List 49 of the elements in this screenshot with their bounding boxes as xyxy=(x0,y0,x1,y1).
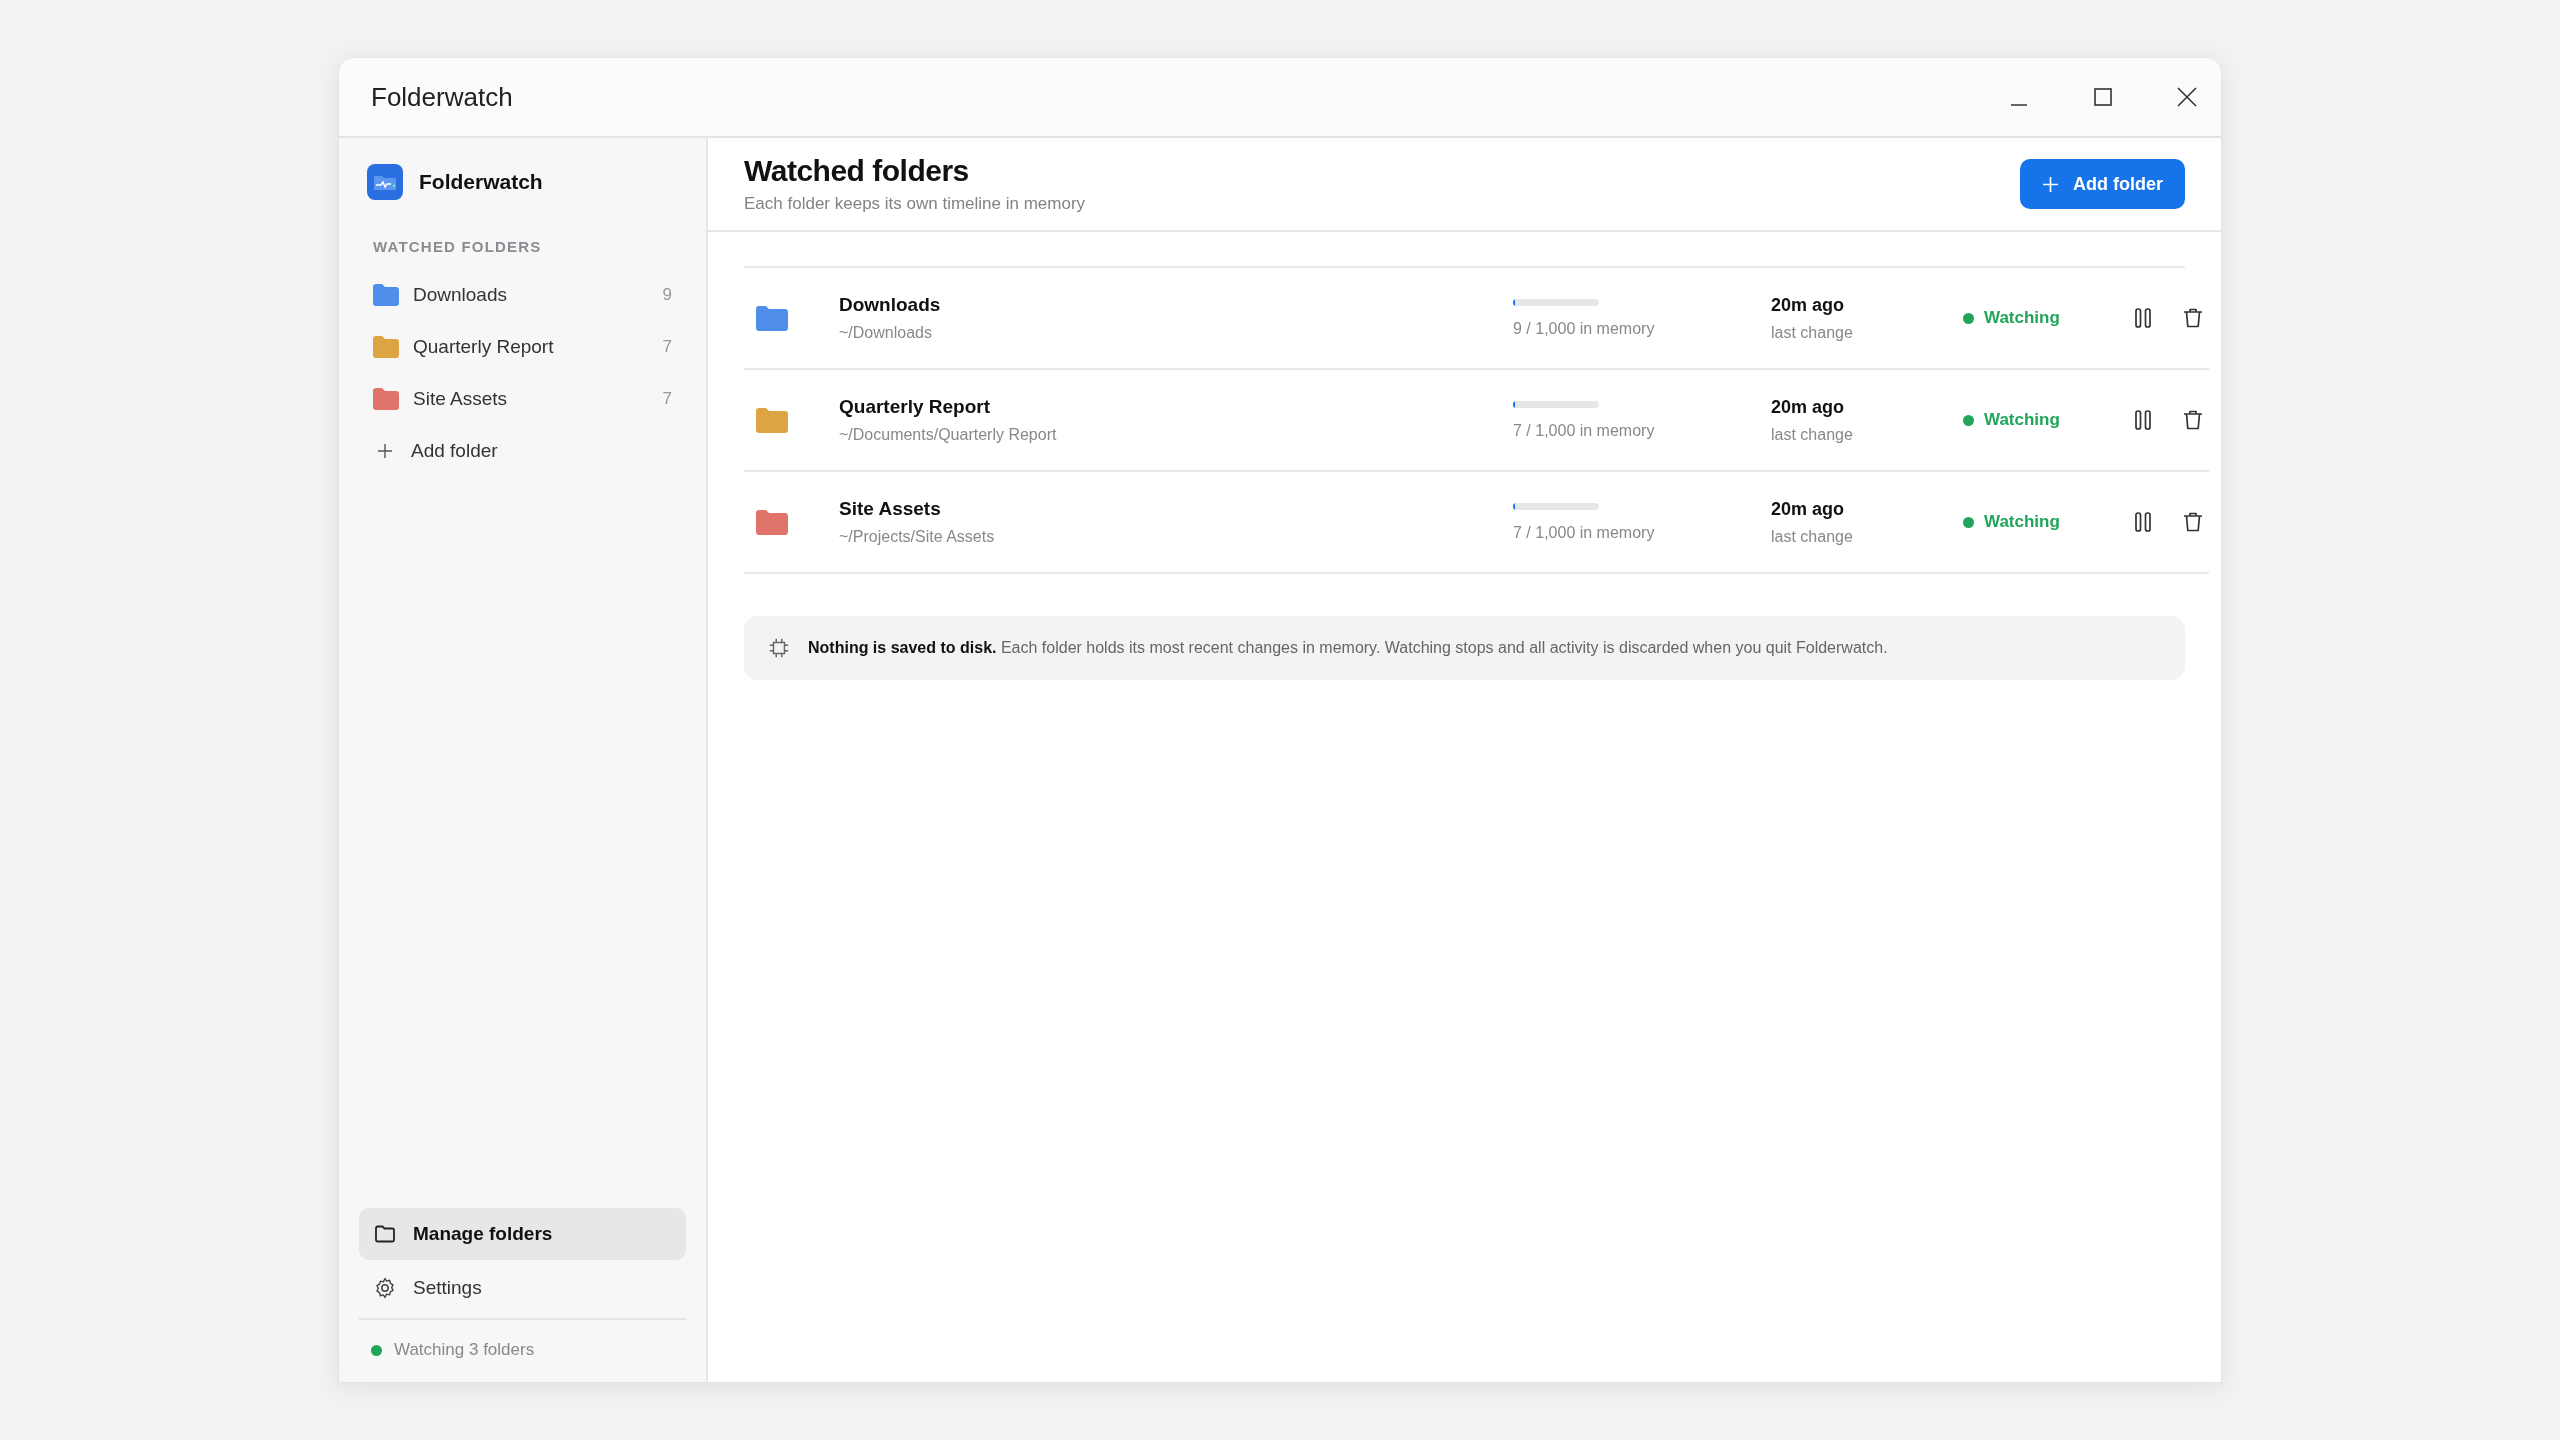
chip-icon xyxy=(768,637,790,659)
settings-icon xyxy=(373,1276,397,1300)
maximize-icon[interactable] xyxy=(2091,85,2115,109)
close-icon[interactable] xyxy=(2175,85,2199,109)
status-label: Watching xyxy=(1984,308,2060,328)
last-change-time: 20m ago xyxy=(1771,294,1846,316)
nav-item[interactable]: Settings xyxy=(359,1262,686,1314)
folder-count: 9 xyxy=(662,285,672,305)
plus-icon xyxy=(377,443,393,459)
status-label: Watching xyxy=(1984,410,2060,430)
status-dot xyxy=(1963,312,1974,324)
status-dot xyxy=(1963,516,1974,528)
last-change-label: last change xyxy=(1771,425,1854,444)
folder-path: ~/Projects/Site Assets xyxy=(839,528,996,546)
status-label: Watching xyxy=(1984,512,2060,532)
sidebar-item[interactable]: Downloads 9 xyxy=(359,269,686,321)
add-folder-button[interactable]: Add folder xyxy=(2020,159,2185,209)
folder-path: ~/Documents/Quarterly Report xyxy=(839,426,1058,444)
folder-path: ~/Downloads xyxy=(839,324,933,342)
folder-name: Site Assets xyxy=(839,498,942,520)
status-dot xyxy=(1963,414,1974,426)
last-change-label: last change xyxy=(1771,527,1854,546)
folder-name: Quarterly Report xyxy=(839,396,991,418)
folder-count: 7 xyxy=(662,337,672,357)
memory-usage: 7 / 1,000 in memory xyxy=(1513,523,1656,542)
app-logo-icon xyxy=(367,164,403,200)
trash-icon[interactable] xyxy=(2181,306,2205,330)
memory-usage: 7 / 1,000 in memory xyxy=(1513,421,1656,440)
folder-count: 7 xyxy=(662,389,672,409)
plus-icon xyxy=(2042,175,2059,193)
window-title: Folderwatch xyxy=(371,81,513,113)
last-change-time: 20m ago xyxy=(1771,498,1846,520)
trash-icon[interactable] xyxy=(2181,408,2205,432)
info-text: Nothing is saved to disk. Each folder holds its most recent changes in memory. Watching stops and all activity is discarded when you quit Folderwatch. xyxy=(808,639,1888,657)
page-subtitle: Each folder keeps its own timeline in memory xyxy=(744,194,1086,214)
status-dot xyxy=(371,1344,382,1356)
trash-icon[interactable] xyxy=(2181,510,2205,534)
nav-item[interactable]: Manage folders xyxy=(359,1208,686,1260)
memory-usage: 9 / 1,000 in memory xyxy=(1513,319,1656,338)
sidebar-item[interactable]: Site Assets 7 xyxy=(359,373,686,425)
app-name: Folderwatch xyxy=(419,170,543,194)
section-title: WATCHED FOLDERS xyxy=(372,237,543,257)
sidebar-item[interactable]: Quarterly Report 7 xyxy=(359,321,686,373)
folder-name: Downloads xyxy=(839,294,942,316)
add-folder-link[interactable]: Add folder xyxy=(359,425,686,477)
last-change-label: last change xyxy=(1771,323,1854,342)
last-change-time: 20m ago xyxy=(1771,396,1846,418)
page-title: Watched folders xyxy=(744,154,970,188)
status-text: Watching 3 folders xyxy=(394,1340,535,1360)
